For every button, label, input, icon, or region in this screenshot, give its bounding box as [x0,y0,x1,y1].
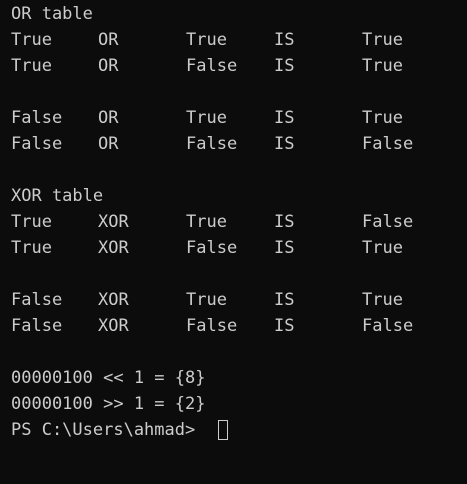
result: False [362,316,414,336]
or-table-title: OR table [11,4,93,24]
is-keyword: IS [274,134,295,154]
is-keyword: IS [274,238,295,258]
operand-a: True [11,30,52,50]
operand-a: False [11,108,63,128]
is-keyword: IS [274,30,295,50]
operator: OR [98,56,119,76]
or-row: False OR True IS True [0,105,467,131]
operator: OR [98,108,119,128]
result: True [362,56,403,76]
operand-b: False [186,56,238,76]
operand-b: True [186,30,227,50]
result: True [362,30,403,50]
operator: XOR [98,212,129,232]
operator: OR [98,30,119,50]
operator: XOR [98,290,129,310]
operand-b: False [186,316,238,336]
operand-a: False [11,316,63,336]
result: True [362,108,403,128]
xor-row: False XOR True IS True [0,287,467,313]
operand-b: False [186,134,238,154]
operand-b: True [186,212,227,232]
is-keyword: IS [274,290,295,310]
operand-b: False [186,238,238,258]
result: True [362,290,403,310]
or-row: False OR False IS False [0,131,467,157]
result: False [362,212,414,232]
operand-b: True [186,108,227,128]
operator: XOR [98,316,129,336]
or-row: True OR False IS True [0,53,467,79]
text-cursor [218,420,228,440]
operand-a: True [11,56,52,76]
is-keyword: IS [274,316,295,336]
is-keyword: IS [274,108,295,128]
xor-row: True XOR True IS False [0,209,467,235]
xor-row: False XOR False IS False [0,313,467,339]
result: True [362,238,403,258]
xor-table-title: XOR table [11,186,104,206]
xor-row: True XOR False IS True [0,235,467,261]
shift-left-output: 00000100 << 1 = {8} [11,368,206,388]
operand-a: True [11,212,52,232]
is-keyword: IS [274,56,295,76]
operand-a: False [11,290,63,310]
or-row: True OR True IS True [0,27,467,53]
shift-right-output: 00000100 >> 1 = {2} [11,394,206,414]
operand-b: True [186,290,227,310]
prompt-text: PS C:\Users\ahmad> [11,420,196,440]
prompt-line[interactable]: PS C:\Users\ahmad> [0,417,467,443]
operand-a: True [11,238,52,258]
operand-a: False [11,134,63,154]
operator: XOR [98,238,129,258]
operator: OR [98,134,119,154]
is-keyword: IS [274,212,295,232]
terminal-window[interactable]: OR table True OR True IS True True OR Fa… [0,0,467,484]
result: False [362,134,414,154]
